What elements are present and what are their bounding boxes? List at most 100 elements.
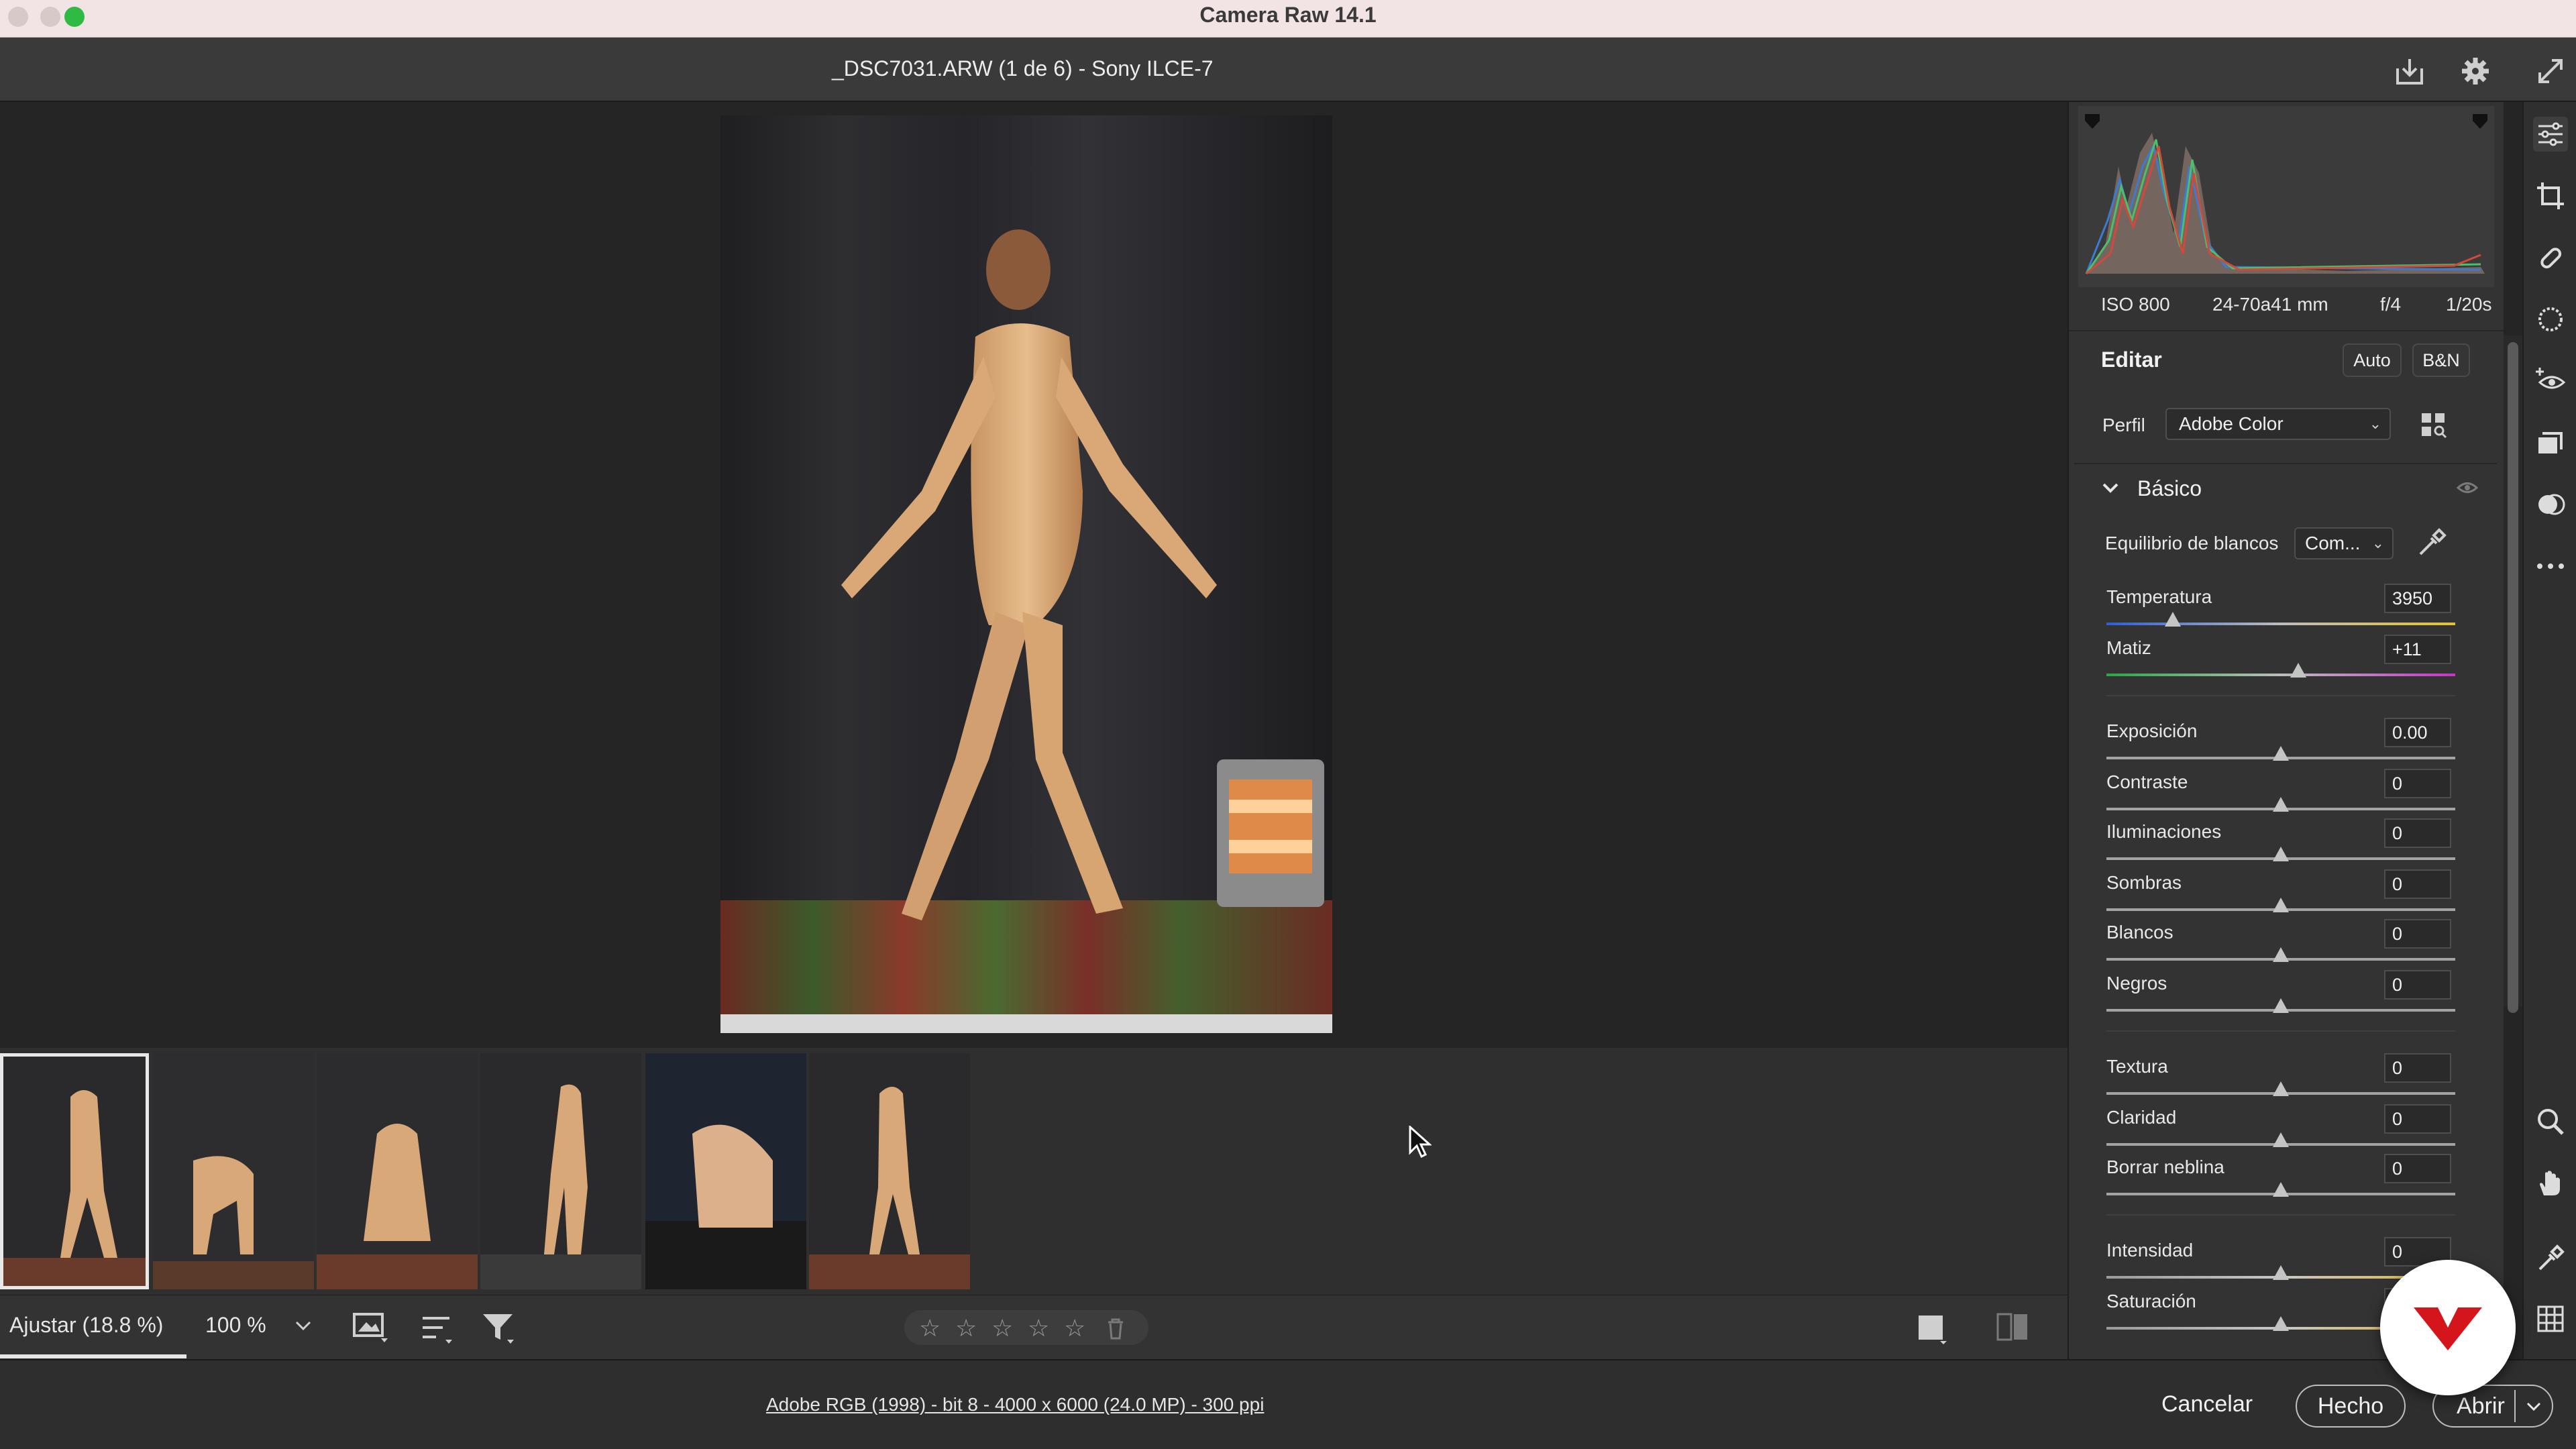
fullscreen-icon[interactable] <box>2533 54 2568 89</box>
slider-value-field[interactable]: 3950 <box>2384 584 2451 613</box>
panel-scrollbar[interactable] <box>2504 335 2522 1013</box>
done-button[interactable]: Hecho <box>2296 1385 2406 1428</box>
chevron-down-icon[interactable] <box>2525 1401 2542 1413</box>
slideshow-icon[interactable] <box>352 1310 392 1346</box>
eyedropper-icon[interactable] <box>2415 527 2447 559</box>
slider-value-field[interactable]: 0.00 <box>2384 718 2451 747</box>
auto-button[interactable]: Auto <box>2343 343 2402 377</box>
image-preview-area[interactable] <box>0 102 2068 1048</box>
slider-handle[interactable] <box>2273 1265 2289 1280</box>
filmstrip-thumbnail[interactable] <box>0 1053 149 1289</box>
slider-value-field[interactable]: 0 <box>2384 1154 2451 1183</box>
slider-value-field[interactable]: 0 <box>2384 818 2451 848</box>
bw-button[interactable]: B&N <box>2412 343 2470 377</box>
open-label: Abrir <box>2457 1393 2505 1419</box>
slider-contraste[interactable]: Contraste 0 <box>2106 769 2455 822</box>
redeye-icon[interactable] <box>2533 364 2568 398</box>
edit-icon[interactable] <box>2533 117 2568 152</box>
filmstrip-thumbnail[interactable] <box>480 1053 641 1289</box>
star-icon[interactable]: ☆ <box>991 1314 1013 1342</box>
white-balance-select[interactable]: Com... ⌄ <box>2294 527 2394 559</box>
filmstrip-thumbnail[interactable] <box>645 1053 806 1289</box>
slider-exposición[interactable]: Exposición 0.00 <box>2106 718 2455 771</box>
slider-temperatura[interactable]: Temperatura 3950 <box>2106 584 2455 637</box>
slider-handle[interactable] <box>2273 847 2289 861</box>
logo-badge <box>2380 1260 2516 1395</box>
slider-handle[interactable] <box>2273 898 2289 912</box>
single-view-icon[interactable] <box>1916 1311 1948 1345</box>
mouse-cursor-icon <box>1409 1126 1432 1158</box>
slider-value-field[interactable]: 0 <box>2384 869 2451 899</box>
zoom-level-select[interactable]: 100 % <box>205 1313 266 1338</box>
slider-handle[interactable] <box>2273 1081 2289 1096</box>
save-icon[interactable] <box>2392 54 2427 89</box>
slider-value-field[interactable]: 0 <box>2384 970 2451 1000</box>
grid-icon[interactable] <box>2533 1301 2568 1336</box>
fit-zoom-button[interactable]: Ajustar (18.8 %) <box>9 1313 163 1338</box>
slider-textura[interactable]: Textura 0 <box>2106 1053 2455 1107</box>
slider-sombras[interactable]: Sombras 0 <box>2106 869 2455 923</box>
slider-value-field[interactable]: 0 <box>2384 769 2451 798</box>
gear-icon[interactable] <box>2458 54 2493 89</box>
star-icon[interactable]: ☆ <box>1064 1314 1085 1342</box>
divider <box>2069 330 2504 331</box>
slider-value-field[interactable]: 0 <box>2384 1053 2451 1083</box>
chevron-down-icon: ⌄ <box>2369 415 2381 432</box>
rating-bar: ☆ ☆ ☆ ☆ ☆ <box>904 1310 1148 1345</box>
slider-handle[interactable] <box>2164 612 2181 627</box>
star-icon[interactable]: ☆ <box>1028 1314 1049 1342</box>
slider-borrar-neblina[interactable]: Borrar neblina 0 <box>2106 1154 2455 1208</box>
slider-handle[interactable] <box>2273 1316 2289 1331</box>
sort-icon[interactable] <box>419 1311 456 1346</box>
chevron-down-icon[interactable] <box>2101 480 2120 496</box>
visibility-eye-icon[interactable] <box>2457 480 2478 495</box>
exif-aperture: f/4 <box>2380 294 2402 315</box>
slider-handle[interactable] <box>2273 998 2289 1013</box>
cancel-button[interactable]: Cancelar <box>2161 1391 2253 1417</box>
filmstrip-thumbnail[interactable] <box>153 1053 314 1289</box>
white-balance-value: Com... <box>2305 533 2361 553</box>
heal-icon[interactable] <box>2533 240 2568 275</box>
slider-handle[interactable] <box>2273 797 2289 812</box>
more-icon[interactable] <box>2533 549 2568 584</box>
slider-value-field[interactable]: +11 <box>2384 635 2451 664</box>
filter-icon[interactable] <box>480 1310 518 1346</box>
slider-track[interactable] <box>2106 623 2455 625</box>
profile-browser-icon[interactable] <box>2419 411 2449 440</box>
slider-label: Blancos <box>2106 922 2174 943</box>
presets-icon[interactable] <box>2533 425 2568 460</box>
slider-value-field[interactable]: 0 <box>2384 1104 2451 1134</box>
slider-blancos[interactable]: Blancos 0 <box>2106 919 2455 973</box>
trash-icon[interactable] <box>1106 1318 1126 1340</box>
slider-track[interactable] <box>2106 674 2455 676</box>
slider-label: Temperatura <box>2106 586 2212 607</box>
star-icon[interactable]: ☆ <box>955 1314 977 1342</box>
snapshots-icon[interactable] <box>2533 487 2568 522</box>
scrollbar-thumb[interactable] <box>2508 342 2518 1013</box>
slider-matiz[interactable]: Matiz +11 <box>2106 635 2455 688</box>
slider-claridad[interactable]: Claridad 0 <box>2106 1104 2455 1158</box>
slider-handle[interactable] <box>2273 1132 2289 1147</box>
slider-handle[interactable] <box>2273 1182 2289 1197</box>
profile-select[interactable]: Adobe Color ⌄ <box>2165 408 2391 440</box>
mask-icon[interactable] <box>2533 302 2568 337</box>
star-icon[interactable]: ☆ <box>919 1314 941 1342</box>
zoom-icon[interactable] <box>2533 1104 2568 1139</box>
slider-iluminaciones[interactable]: Iluminaciones 0 <box>2106 818 2455 872</box>
slider-handle[interactable] <box>2290 663 2306 678</box>
main-photo[interactable] <box>720 115 1332 1033</box>
filmstrip-thumbnail[interactable] <box>317 1053 478 1289</box>
crop-icon[interactable] <box>2533 178 2568 213</box>
slider-handle[interactable] <box>2273 947 2289 962</box>
color-sampler-icon[interactable] <box>2533 1241 2568 1276</box>
slider-value-field[interactable]: 0 <box>2384 919 2451 949</box>
slider-negros[interactable]: Negros 0 <box>2106 970 2455 1024</box>
compare-view-icon[interactable] <box>1995 1311 2030 1344</box>
hand-icon[interactable] <box>2533 1166 2568 1201</box>
chevron-down-icon[interactable] <box>294 1320 313 1333</box>
workflow-options-link[interactable]: Adobe RGB (1998) - bit 8 - 4000 x 6000 (… <box>766 1394 1264 1415</box>
slider-handle[interactable] <box>2273 746 2289 761</box>
filmstrip-thumbnail[interactable] <box>809 1053 970 1289</box>
divider <box>2106 1030 2455 1032</box>
basic-section-title[interactable]: Básico <box>2137 476 2202 501</box>
